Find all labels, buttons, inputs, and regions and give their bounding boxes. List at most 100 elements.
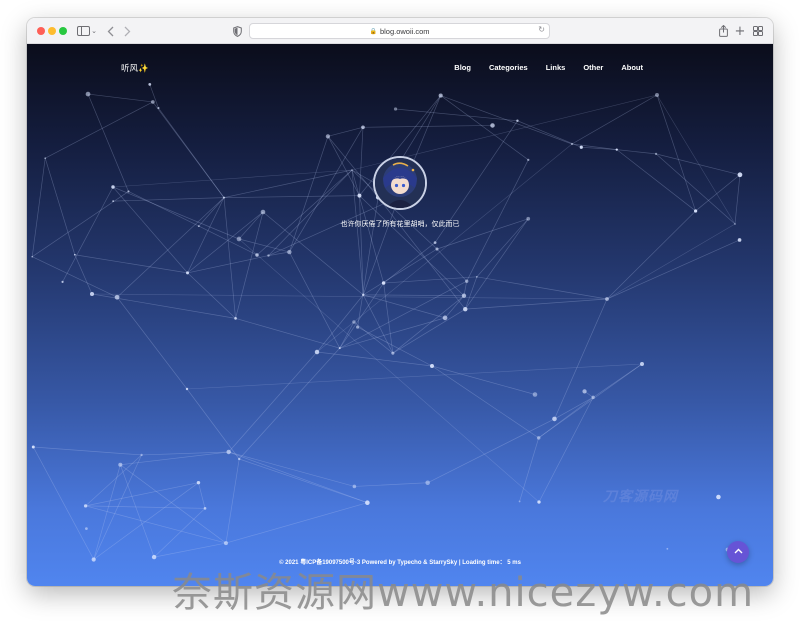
network-star	[693, 209, 698, 213]
network-star	[111, 185, 115, 189]
network-star	[570, 142, 574, 146]
network-star	[465, 279, 469, 283]
network-line	[62, 186, 114, 283]
network-star	[314, 349, 320, 355]
network-star	[435, 247, 439, 251]
shield-icon[interactable]	[231, 23, 243, 39]
tagline: 也许你厌倦了所有花里胡哨，仅此而已	[340, 221, 460, 228]
network-line	[228, 451, 368, 504]
network-line	[363, 294, 464, 297]
network-line	[120, 464, 227, 544]
network-line	[85, 482, 199, 507]
minimize-window-button[interactable]	[48, 27, 56, 35]
network-star	[737, 172, 743, 178]
network-star	[393, 107, 398, 111]
network-star	[203, 507, 207, 510]
network-line	[198, 482, 206, 509]
network-line	[327, 136, 360, 196]
network-line	[74, 254, 188, 274]
network-star	[518, 500, 521, 503]
reload-icon[interactable]: ↻	[538, 25, 545, 34]
network-star	[114, 294, 120, 300]
network-star	[716, 494, 721, 500]
network-star	[157, 106, 160, 110]
network-star	[666, 547, 669, 550]
network-star	[737, 238, 742, 242]
chevron-down-icon[interactable]: ⌄	[90, 23, 98, 39]
network-line	[187, 255, 269, 274]
network-star	[654, 92, 660, 98]
network-star	[461, 293, 467, 298]
network-star	[31, 445, 35, 449]
network-star	[527, 158, 530, 161]
network-star	[85, 527, 88, 530]
network-star	[186, 271, 189, 275]
plus-icon[interactable]: +	[734, 23, 746, 39]
network-line	[427, 418, 555, 484]
nav-about[interactable]: About	[621, 63, 643, 72]
network-star	[140, 453, 143, 457]
tab-overview-icon[interactable]	[752, 23, 764, 39]
network-line	[112, 169, 353, 188]
network-star	[605, 297, 609, 301]
network-star	[338, 347, 341, 350]
address-bar[interactable]: 🔒 blog.owoii.com ↻	[249, 23, 550, 39]
network-star	[361, 125, 365, 130]
network-line	[519, 437, 540, 502]
close-window-button[interactable]	[37, 27, 45, 35]
overlay-watermark: 奈斯资源网www.nicezyw.com	[172, 570, 755, 616]
network-star	[226, 449, 231, 455]
network-line	[85, 505, 227, 544]
network-line	[695, 174, 741, 212]
avatar[interactable]	[373, 156, 427, 210]
zoom-window-button[interactable]	[59, 27, 67, 35]
nav-links[interactable]: Links	[546, 63, 566, 72]
network-line	[228, 351, 318, 453]
network-line	[239, 458, 368, 504]
network-line	[116, 297, 188, 390]
network-line	[383, 276, 477, 284]
network-star	[391, 351, 395, 355]
network-line	[32, 256, 118, 298]
network-line	[87, 93, 153, 103]
network-line	[327, 136, 379, 198]
site-brand[interactable]: 听风✨	[121, 62, 149, 74]
network-line	[87, 93, 129, 192]
network-star	[260, 209, 266, 215]
chevron-left-icon[interactable]	[104, 23, 116, 39]
network-star	[381, 281, 386, 285]
network-star	[223, 541, 228, 546]
network-star	[325, 134, 331, 139]
nav-categories[interactable]: Categories	[489, 63, 528, 72]
network-star	[362, 293, 365, 297]
network-line	[153, 508, 206, 558]
network-line	[359, 195, 465, 296]
network-star	[83, 504, 88, 508]
network-line	[112, 186, 240, 240]
chevron-right-icon[interactable]	[121, 23, 133, 39]
network-line	[93, 482, 199, 560]
network-line	[431, 365, 539, 439]
nav-other[interactable]: Other	[583, 63, 603, 72]
share-icon[interactable]	[717, 23, 729, 39]
network-line	[354, 482, 428, 487]
network-line	[223, 169, 353, 198]
network-line	[187, 197, 225, 274]
network-star	[151, 100, 155, 104]
network-line	[734, 174, 741, 225]
network-star	[31, 255, 34, 258]
network-line	[327, 126, 364, 137]
network-star	[85, 91, 91, 97]
network-line	[476, 276, 608, 300]
nav-blog[interactable]: Blog	[454, 63, 471, 72]
network-line	[359, 127, 364, 196]
network-star	[351, 169, 353, 171]
network-line	[463, 281, 468, 296]
network-star	[352, 320, 356, 324]
network-star	[654, 152, 658, 156]
network-star	[356, 325, 360, 329]
network-line	[228, 451, 355, 487]
network-star	[552, 416, 557, 422]
network-line	[268, 169, 353, 256]
network-line	[431, 365, 536, 395]
